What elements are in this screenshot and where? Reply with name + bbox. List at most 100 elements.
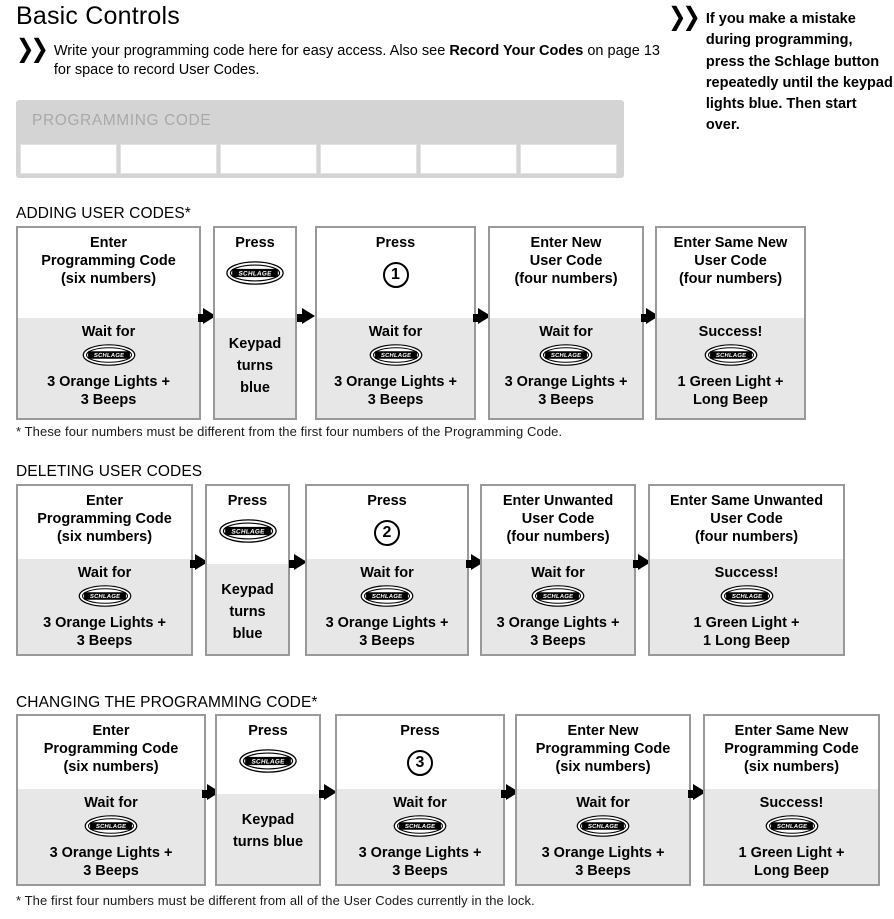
flow-step-line: blue: [240, 380, 270, 396]
svg-text:SCHLAGE: SCHLAGE: [731, 594, 762, 600]
schlage-logo-icon: SCHLAGE: [720, 585, 774, 612]
schlage-logo-wrap: SCHLAGE: [720, 585, 774, 612]
flow-step-line: User Code: [521, 511, 595, 527]
flow-step-box: Enter Same Unwanted User Code (four number…: [648, 484, 845, 656]
flow-step-line: Keypad: [241, 812, 295, 828]
flow-step-line: Press: [235, 235, 275, 251]
flow-step-line: 3 Beeps: [392, 863, 448, 879]
schlage-logo-icon: SCHLAGE: [84, 815, 138, 842]
schlage-logo-wrap: SCHLAGE: [360, 585, 414, 612]
svg-text:SCHLAGE: SCHLAGE: [95, 824, 126, 830]
flow-step-line: turns: [229, 604, 266, 620]
intro-text: Write your programming code here for eas…: [54, 40, 666, 80]
flow-arrow-icon: [633, 554, 651, 570]
flow-step-top: Enter New User Code (four numbers): [490, 228, 642, 318]
section-title-3: CHANGING THE PROGRAMMING CODE*: [16, 694, 318, 711]
flow-step-line: 3 Beeps: [575, 863, 631, 879]
section-title-2: DELETING USER CODES: [16, 463, 203, 480]
section-title-1: ADDING USER CODES*: [16, 205, 191, 222]
flow-step-line: 1 Green Light +: [677, 374, 784, 390]
flow-step-line: 1 Green Light +: [693, 615, 800, 631]
flow-step-bottom: Wait for SCHLAGE 3 Orange Lights + 3 Beep…: [317, 318, 474, 418]
double-chevron-right-icon: ❯❯: [668, 2, 701, 31]
flow-step-bottom: Wait for SCHLAGE 3 Orange Lights + 3 Beep…: [18, 559, 191, 654]
flow-step-top: Press 3: [337, 716, 503, 789]
flow-step-line: User Code: [710, 511, 783, 527]
flow-arrow-icon: [201, 784, 220, 800]
page-title: Basic Controls: [16, 2, 180, 30]
flow-step-box: Enter New User Code (four numbers) Wait for…: [488, 226, 644, 420]
svg-text:SCHLAGE: SCHLAGE: [93, 353, 124, 359]
flow-step-line: Press: [375, 235, 416, 251]
programming-code-cell[interactable]: [420, 144, 517, 174]
schlage-logo-wrap: SCHLAGE: [238, 749, 298, 778]
programming-code-cells: [20, 144, 617, 174]
svg-text:SCHLAGE: SCHLAGE: [251, 758, 286, 765]
svg-text:SCHLAGE: SCHLAGE: [587, 824, 618, 830]
flow-step-line: 3 Orange Lights +: [47, 374, 170, 390]
svg-text:SCHLAGE: SCHLAGE: [371, 594, 402, 600]
flow-step-line: Wait for: [393, 795, 447, 811]
flow-step-line: 3 Orange Lights +: [541, 845, 665, 861]
flow-step-line: 3 Beeps: [359, 633, 415, 649]
flow-step-box: Enter Same New User Code (four numbers) Suc…: [655, 226, 806, 420]
flow-step-line: Press: [227, 493, 268, 509]
flow-step-line: Keypad: [228, 336, 282, 352]
flow-step-line: (four numbers): [678, 271, 783, 287]
flow-step-line: Enter: [89, 235, 128, 251]
flow-step-bottom: Success! SCHLAGE 1 Green Light + Long Bee…: [657, 318, 804, 418]
flow-step-bottom: Keypad turns blue: [217, 794, 319, 884]
flow-arrow-icon: [473, 308, 491, 324]
schlage-logo-icon: SCHLAGE: [82, 344, 136, 371]
flow-step-line: 3 Orange Lights +: [496, 615, 620, 631]
flow-step-line: 3 Orange Lights +: [504, 374, 628, 390]
flow-arrow-icon: [465, 554, 484, 570]
flow-step-top: Press SCHLAGE: [217, 716, 319, 794]
flow-step-line: (six numbers): [743, 759, 840, 775]
programming-code-cell[interactable]: [320, 144, 417, 174]
flow-step-line: Press: [367, 493, 407, 509]
schlage-logo-wrap: SCHLAGE: [704, 344, 758, 371]
programming-code-cell[interactable]: [20, 144, 117, 174]
flow-step-line: Wait for: [368, 324, 423, 340]
flow-step-bottom: Wait for SCHLAGE 3 Orange Lights + 3 Beep…: [337, 789, 503, 884]
flow-step-top: Enter Unwanted User Code (four numbers): [482, 486, 634, 559]
programming-code-panel: PROGRAMMING CODE: [16, 100, 624, 178]
flow-step-line: Press: [400, 723, 440, 739]
flow-step-box: Press SCHLAGE Keypad turns blue: [213, 226, 297, 420]
flow-step-top: Enter Same New Programming Code (six numbe…: [705, 716, 878, 789]
double-chevron-right-icon: ❯❯: [16, 34, 49, 63]
svg-text:SCHLAGE: SCHLAGE: [89, 594, 120, 600]
flow-step-line: Wait for: [531, 565, 585, 581]
programming-code-cell[interactable]: [220, 144, 317, 174]
flow-step-top: Press SCHLAGE: [207, 486, 288, 564]
svg-text:SCHLAGE: SCHLAGE: [404, 824, 435, 830]
flow-step-line: 3 Orange Lights +: [325, 615, 449, 631]
svg-text:SCHLAGE: SCHLAGE: [542, 594, 573, 600]
flow-arrow-icon: [501, 784, 519, 800]
schlage-logo-icon: SCHLAGE: [225, 261, 285, 290]
flow-step-top: Press 2: [307, 486, 467, 559]
flow-arrow-icon: [688, 784, 706, 800]
flow-step-line: User Code: [694, 253, 767, 269]
schlage-logo-icon: SCHLAGE: [369, 344, 423, 371]
flow-step-bottom: Success! SCHLAGE 1 Green Light + Long Bee…: [705, 789, 878, 884]
flow-step-line: Keypad: [221, 582, 274, 598]
flow-step-line: Success!: [759, 795, 824, 811]
mistake-note: ❯❯ If you make a mistake during programm…: [668, 2, 894, 137]
step-number-badge: 1: [382, 262, 409, 288]
schlage-logo-wrap: SCHLAGE: [82, 344, 136, 371]
flow-step-line: (six numbers): [56, 529, 153, 545]
flow-step-box: Enter New Programming Code (six numbers) Wa…: [515, 714, 691, 886]
intro-text-bold: Record Your Codes: [449, 43, 584, 59]
flow-step-line: (six numbers): [555, 759, 651, 775]
programming-code-cell[interactable]: [520, 144, 617, 174]
flow-arrow-icon: [319, 784, 337, 800]
svg-text:SCHLAGE: SCHLAGE: [231, 528, 266, 535]
flow-step-line: (four numbers): [694, 529, 799, 545]
document-page: Basic Controls ❯❯ Write your programming…: [0, 0, 894, 919]
flow-step-bottom: Wait for SCHLAGE 3 Orange Lights + 3 Beep…: [307, 559, 467, 654]
schlage-logo-wrap: SCHLAGE: [539, 344, 593, 371]
programming-code-cell[interactable]: [120, 144, 217, 174]
flow-step-line: (four numbers): [514, 271, 618, 287]
